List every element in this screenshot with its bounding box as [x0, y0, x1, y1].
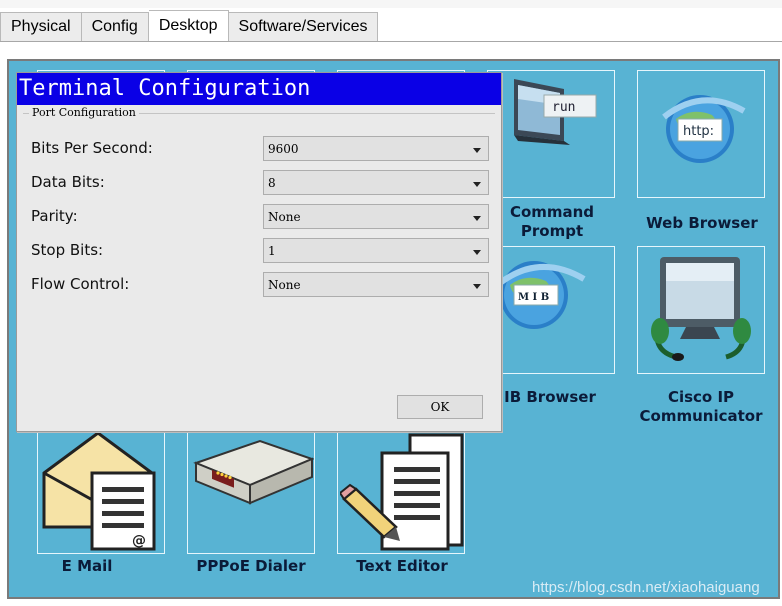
parity-select[interactable]: None	[263, 204, 489, 229]
text-editor-tile[interactable]	[337, 426, 465, 554]
web-browser-tile[interactable]: http:	[637, 70, 765, 198]
cisco-ip-communicator-tile[interactable]	[637, 246, 765, 374]
select-value: 9600	[268, 141, 299, 156]
email-tile[interactable]: @	[37, 426, 165, 554]
text-editor-label[interactable]: Text Editor	[337, 557, 467, 576]
pppoe-dialer-label[interactable]: PPPoE Dialer	[177, 557, 325, 576]
select-value: 8	[268, 175, 276, 190]
svg-text:M I B: M I B	[518, 292, 549, 303]
select-value: 1	[268, 243, 276, 258]
dialog-title[interactable]: Terminal Configuration	[17, 73, 501, 105]
chevron-down-icon	[473, 216, 481, 221]
tab-physical[interactable]: Physical	[0, 12, 82, 42]
data-bits-label: Data Bits:	[31, 173, 105, 191]
tab-software-services[interactable]: Software/Services	[228, 12, 379, 42]
web-browser-label[interactable]: Web Browser	[637, 214, 767, 233]
data-bits-select[interactable]: 8	[263, 170, 489, 195]
tab-desktop[interactable]: Desktop	[148, 10, 229, 42]
parity-label: Parity:	[31, 207, 78, 225]
command-prompt-label[interactable]: Command Prompt	[489, 203, 615, 241]
tab-config[interactable]: Config	[81, 12, 149, 42]
watermark: https://blog.csdn.net/xiaohaiguang	[532, 579, 760, 596]
bits-per-second-select[interactable]: 9600	[263, 136, 489, 161]
ok-button[interactable]: OK	[397, 395, 483, 419]
svg-text:http:: http:	[683, 124, 714, 139]
tab-divider	[0, 41, 782, 42]
chevron-down-icon	[473, 250, 481, 255]
email-label[interactable]: E Mail	[37, 557, 137, 576]
mib-browser-tile[interactable]: M I B	[487, 246, 615, 374]
pppoe-dialer-tile[interactable]	[187, 426, 315, 554]
svg-text:run: run	[552, 100, 575, 115]
group-label: Port Configuration	[29, 106, 139, 119]
document-pencil-icon	[340, 433, 464, 551]
svg-text:@: @	[132, 533, 146, 549]
globe-icon: http:	[662, 95, 746, 163]
mib-browser-label[interactable]: IB Browser	[495, 388, 605, 407]
stop-bits-select[interactable]: 1	[263, 238, 489, 263]
stop-bits-label: Stop Bits:	[31, 241, 104, 259]
bits-per-second-label: Bits Per Second:	[31, 139, 153, 157]
chevron-down-icon	[473, 182, 481, 187]
terminal-configuration-dialog: Terminal Configuration Port Configuratio…	[16, 72, 502, 432]
terminal-icon: run	[514, 79, 597, 145]
envelope-icon: @	[42, 431, 156, 551]
command-prompt-tile[interactable]: run	[487, 70, 615, 198]
chevron-down-icon	[473, 284, 481, 289]
softphone-icon	[651, 257, 751, 361]
select-value: None	[268, 209, 301, 224]
mib-globe-icon: M I B	[498, 261, 586, 329]
modem-icon	[193, 439, 314, 505]
cisco-ip-communicator-label[interactable]: Cisco IP Communicator	[631, 388, 771, 426]
select-value: None	[268, 277, 301, 292]
top-strip	[0, 0, 782, 8]
chevron-down-icon	[473, 148, 481, 153]
flow-control-label: Flow Control:	[31, 275, 130, 293]
tab-bar: Physical Config Desktop Software/Service…	[0, 10, 379, 42]
flow-control-select[interactable]: None	[263, 272, 489, 297]
